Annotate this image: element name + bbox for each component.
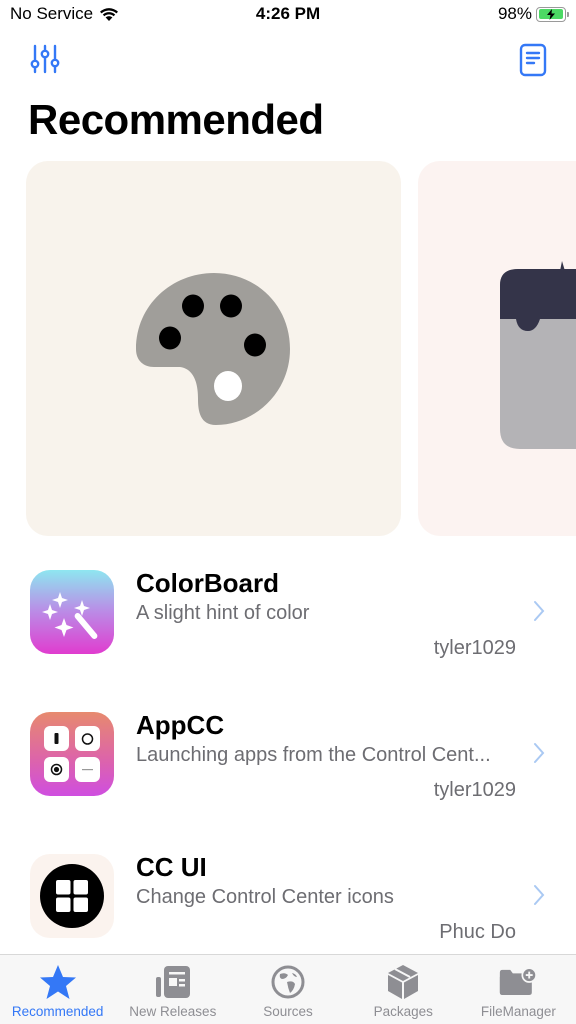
tab-label: Packages: [373, 1004, 433, 1019]
package-author: tyler1029: [433, 637, 516, 659]
tab-packages[interactable]: Packages: [346, 955, 461, 1024]
tab-file-manager[interactable]: FileManager: [461, 955, 576, 1024]
tab-new-releases[interactable]: New Releases: [115, 955, 230, 1024]
chevron-right-icon: [534, 601, 545, 621]
package-name: CC UI: [136, 852, 207, 882]
tab-label: Recommended: [11, 1004, 104, 1019]
globe-icon: [271, 965, 305, 999]
tab-recommended[interactable]: Recommended: [0, 955, 115, 1024]
magic-wand-icon: [30, 570, 114, 654]
status-right: 98%: [497, 4, 569, 24]
package-row[interactable]: AppCC Launching apps from the Control Ce…: [0, 697, 576, 822]
sliders-icon: [30, 44, 60, 74]
status-bar: No Service 4:26 PM 98%: [0, 0, 576, 30]
charging-bolt-icon: [546, 8, 555, 20]
chevron-right-icon: [534, 743, 545, 763]
folder-plus-icon: [500, 967, 538, 995]
package-row[interactable]: ColorBoard A slight hint of color tyler1…: [0, 555, 576, 680]
chevron-right-icon: [534, 885, 545, 905]
filter-button[interactable]: [28, 42, 62, 76]
box-icon: [388, 965, 419, 999]
tab-label: Sources: [263, 1004, 313, 1019]
package-row[interactable]: CC UI Change Control Center icons Phuc D…: [0, 839, 576, 964]
battery-icon: [536, 6, 569, 22]
control-center-tiles-icon: [30, 712, 114, 796]
palette-icon: [136, 273, 290, 425]
package-author: tyler1029: [433, 779, 516, 801]
changelog-button[interactable]: [518, 42, 548, 78]
star-icon: [39, 965, 76, 999]
paint-bucket-icon: [500, 261, 576, 449]
grid-circle-icon: [30, 854, 114, 938]
tab-bar: Recommended New Releases Sources Package…: [0, 954, 576, 1024]
nav-bar: [0, 38, 576, 82]
package-description: Launching apps from the Control Cent...: [136, 744, 491, 766]
clock: 4:26 PM: [255, 4, 321, 23]
package-author: Phuc Do: [439, 921, 516, 943]
document-icon: [519, 43, 547, 77]
package-name: AppCC: [136, 710, 225, 740]
tab-label: New Releases: [129, 1004, 217, 1019]
battery-percent: 98%: [497, 4, 532, 23]
featured-carousel[interactable]: [0, 161, 576, 537]
page-title: Recommended: [28, 96, 324, 143]
featured-card[interactable]: [418, 161, 576, 536]
package-description: Change Control Center icons: [136, 886, 394, 908]
newspaper-icon: [155, 966, 190, 998]
package-name: ColorBoard: [136, 568, 279, 598]
package-description: A slight hint of color: [136, 602, 310, 624]
tab-label: FileManager: [480, 1004, 556, 1019]
featured-card[interactable]: [26, 161, 401, 536]
battery-level: [538, 8, 563, 20]
tab-sources[interactable]: Sources: [230, 955, 345, 1024]
